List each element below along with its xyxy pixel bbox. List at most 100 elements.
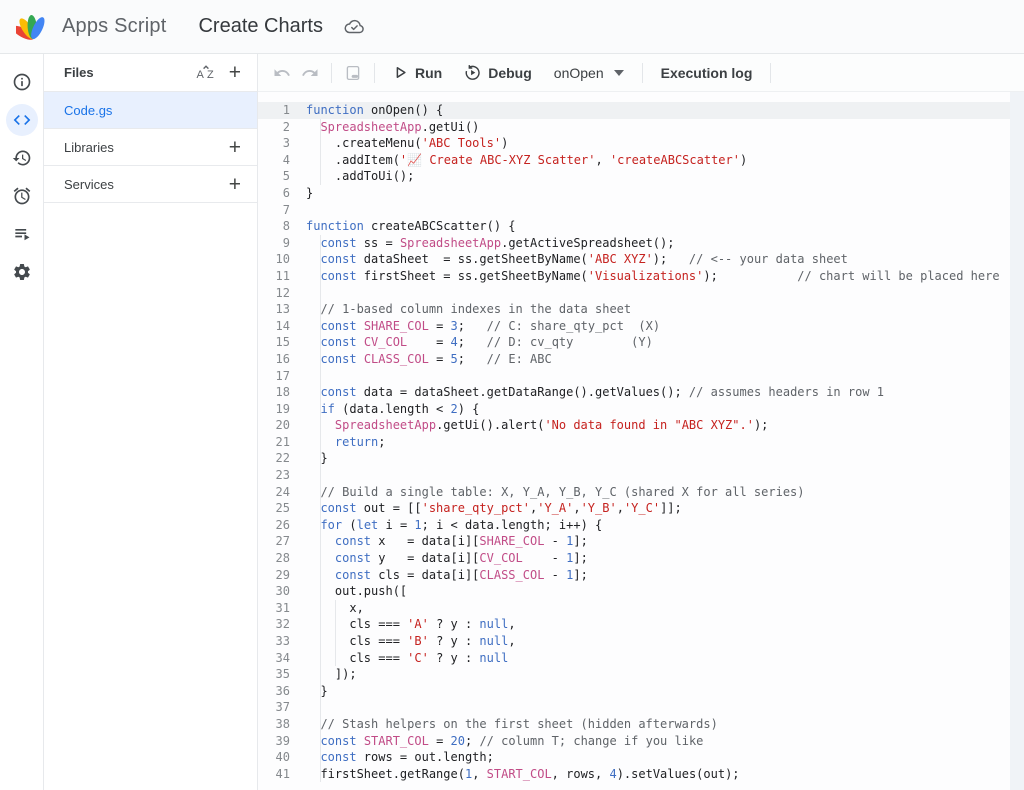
function-selector[interactable]: onOpen	[543, 58, 635, 88]
code-line[interactable]: 38 // Stash helpers on the first sheet (…	[258, 716, 1024, 733]
alarm-icon[interactable]	[6, 180, 38, 212]
code-line[interactable]: 23	[258, 467, 1024, 484]
code-line[interactable]: 40 const rows = out.length;	[258, 749, 1024, 766]
code-line[interactable]: 29 const cls = data[i][CLASS_COL - 1];	[258, 567, 1024, 584]
code-text: // Build a single table: X, Y_A, Y_B, Y_…	[306, 484, 1010, 501]
scrollbar[interactable]	[1010, 92, 1024, 790]
code-line[interactable]: 31 x,	[258, 600, 1024, 617]
line-number: 36	[258, 683, 306, 700]
redo-icon[interactable]	[296, 60, 324, 86]
run-button[interactable]: Run	[382, 58, 453, 88]
line-number: 25	[258, 500, 306, 517]
services-section[interactable]: Services +	[44, 166, 257, 203]
code-line[interactable]: 26 for (let i = 1; i < data.length; i++)…	[258, 517, 1024, 534]
code-line[interactable]: 24 // Build a single table: X, Y_A, Y_B,…	[258, 484, 1024, 501]
svg-text:Z: Z	[207, 69, 214, 81]
code-line[interactable]: 32 cls === 'A' ? y : null,	[258, 616, 1024, 633]
code-line[interactable]: 6}	[258, 185, 1024, 202]
code-line[interactable]: 18 const data = dataSheet.getDataRange()…	[258, 384, 1024, 401]
code-line[interactable]: 19 if (data.length < 2) {	[258, 401, 1024, 418]
line-number: 20	[258, 417, 306, 434]
info-icon[interactable]	[6, 66, 38, 98]
code-line[interactable]: 27 const x = data[i][SHARE_COL - 1];	[258, 533, 1024, 550]
code-line[interactable]: 36 }	[258, 683, 1024, 700]
code-line[interactable]: 30 out.push([	[258, 583, 1024, 600]
line-number: 8	[258, 218, 306, 235]
code-text: cls === 'A' ? y : null,	[306, 616, 1010, 633]
code-line[interactable]: 7	[258, 202, 1024, 219]
line-number: 32	[258, 616, 306, 633]
line-number: 13	[258, 301, 306, 318]
code-text: // 1-based column indexes in the data sh…	[306, 301, 1010, 318]
line-number: 28	[258, 550, 306, 567]
toolbar-divider	[770, 63, 771, 83]
code-line[interactable]: 8function createABCScatter() {	[258, 218, 1024, 235]
line-number: 1	[258, 102, 306, 119]
code-text	[306, 202, 1010, 219]
code-line[interactable]: 39 const START_COL = 20; // column T; ch…	[258, 733, 1024, 750]
add-service-button[interactable]: +	[223, 172, 247, 197]
gear-icon[interactable]	[6, 256, 38, 288]
code-line[interactable]: 33 cls === 'B' ? y : null,	[258, 633, 1024, 650]
add-library-button[interactable]: +	[223, 135, 247, 160]
line-number: 3	[258, 135, 306, 152]
file-name: Code.gs	[64, 103, 112, 118]
code-line[interactable]: 1function onOpen() {	[258, 102, 1024, 119]
code-line[interactable]: 4 .addItem('📈 Create ABC-XYZ Scatter', '…	[258, 152, 1024, 169]
history-icon[interactable]	[6, 142, 38, 174]
execution-log-button[interactable]: Execution log	[650, 58, 764, 88]
add-file-button[interactable]: +	[223, 60, 247, 85]
code-line[interactable]: 3 .createMenu('ABC Tools')	[258, 135, 1024, 152]
code-line[interactable]: 41 firstSheet.getRange(1, START_COL, row…	[258, 766, 1024, 783]
code-text: const cls = data[i][CLASS_COL - 1];	[306, 567, 1010, 584]
sort-az-icon[interactable]: A Z	[189, 62, 223, 83]
code-text: SpreadsheetApp.getUi().alert('No data fo…	[306, 417, 1010, 434]
code-line[interactable]: 21 return;	[258, 434, 1024, 451]
line-number: 5	[258, 168, 306, 185]
code-line[interactable]: 35 ]);	[258, 666, 1024, 683]
libraries-section[interactable]: Libraries +	[44, 129, 257, 166]
code-text: const ss = SpreadsheetApp.getActiveSprea…	[306, 235, 1010, 252]
line-number: 17	[258, 368, 306, 385]
code-line[interactable]: 9 const ss = SpreadsheetApp.getActiveSpr…	[258, 235, 1024, 252]
code-line[interactable]: 25 const out = [['share_qty_pct','Y_A','…	[258, 500, 1024, 517]
line-number: 24	[258, 484, 306, 501]
project-title[interactable]: Create Charts	[198, 15, 323, 38]
code-line[interactable]: 5 .addToUi();	[258, 168, 1024, 185]
code-text: const rows = out.length;	[306, 749, 1010, 766]
executions-icon[interactable]	[6, 218, 38, 250]
code-line[interactable]: 12	[258, 285, 1024, 302]
save-icon[interactable]	[339, 60, 367, 86]
code-editor[interactable]: 1function onOpen() {2 SpreadsheetApp.get…	[258, 92, 1024, 790]
play-icon	[393, 65, 408, 80]
code-line[interactable]: 20 SpreadsheetApp.getUi().alert('No data…	[258, 417, 1024, 434]
code-text: .createMenu('ABC Tools')	[306, 135, 1010, 152]
code-text: for (let i = 1; i < data.length; i++) {	[306, 517, 1010, 534]
toolbar-divider	[331, 63, 332, 83]
files-title: Files	[64, 65, 189, 80]
code-line[interactable]: 14 const SHARE_COL = 3; // C: share_qty_…	[258, 318, 1024, 335]
code-text: const firstSheet = ss.getSheetByName('Vi…	[306, 268, 1010, 285]
code-text: const data = dataSheet.getDataRange().ge…	[306, 384, 1010, 401]
apps-script-logo-icon	[16, 9, 52, 45]
code-line[interactable]: 11 const firstSheet = ss.getSheetByName(…	[258, 268, 1024, 285]
code-line[interactable]: 13 // 1-based column indexes in the data…	[258, 301, 1024, 318]
plus-icon: +	[229, 62, 241, 83]
code-line[interactable]: 10 const dataSheet = ss.getSheetByName('…	[258, 251, 1024, 268]
code-line[interactable]: 28 const y = data[i][CV_COL - 1];	[258, 550, 1024, 567]
code-line[interactable]: 15 const CV_COL = 4; // D: cv_qty (Y)	[258, 334, 1024, 351]
debug-button[interactable]: Debug	[453, 58, 543, 88]
code-icon[interactable]	[6, 104, 38, 136]
code-line[interactable]: 2 SpreadsheetApp.getUi()	[258, 119, 1024, 136]
file-item-code-gs[interactable]: Code.gs	[44, 92, 257, 129]
code-line[interactable]: 17	[258, 368, 1024, 385]
code-line[interactable]: 37	[258, 699, 1024, 716]
code-text: const START_COL = 20; // column T; chang…	[306, 733, 1010, 750]
undo-icon[interactable]	[268, 60, 296, 86]
code-text: out.push([	[306, 583, 1010, 600]
line-number: 7	[258, 202, 306, 219]
code-line[interactable]: 34 cls === 'C' ? y : null	[258, 650, 1024, 667]
code-line[interactable]: 16 const CLASS_COL = 5; // E: ABC	[258, 351, 1024, 368]
files-panel-header: Files A Z +	[44, 54, 257, 92]
code-line[interactable]: 22 }	[258, 450, 1024, 467]
